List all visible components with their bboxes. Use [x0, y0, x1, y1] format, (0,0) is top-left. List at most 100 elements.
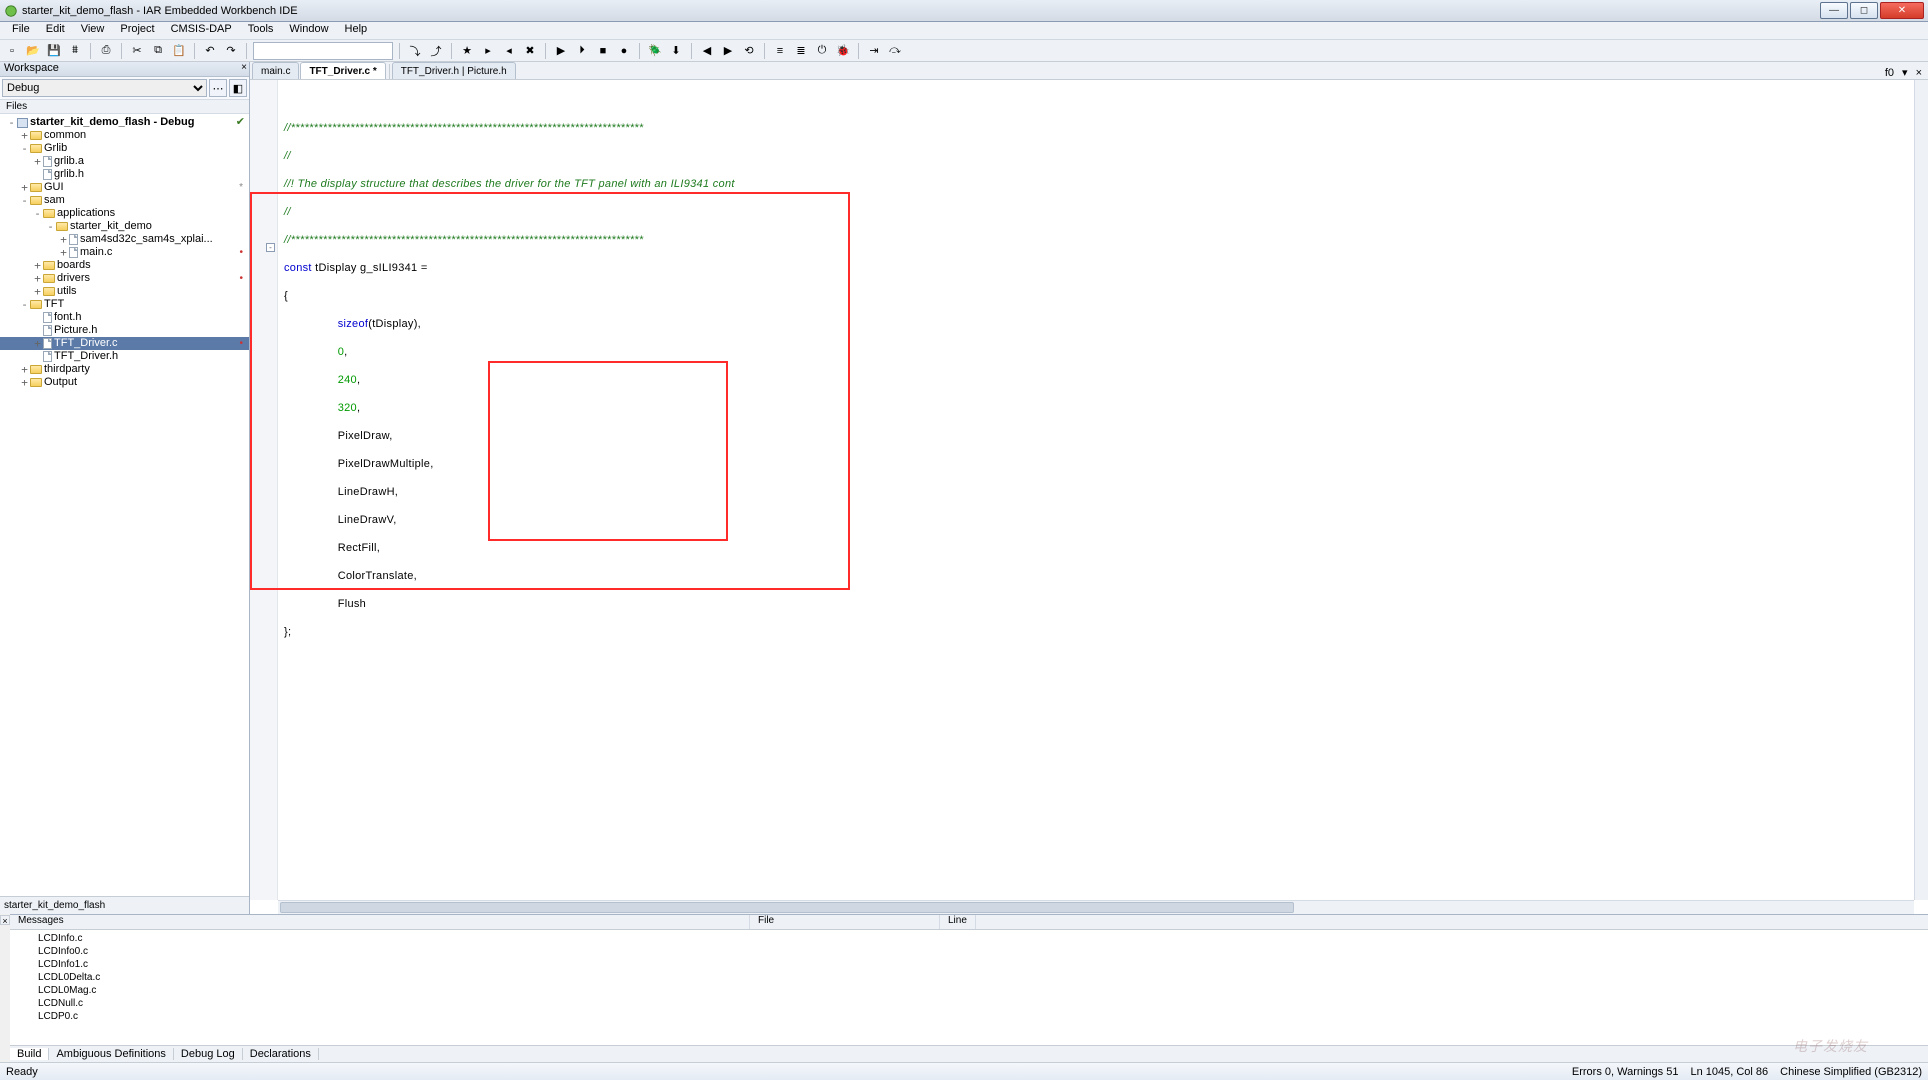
- workspace-bottom-tab[interactable]: starter_kit_demo_flash: [0, 896, 249, 914]
- tree-node[interactable]: +main.c•: [0, 246, 249, 259]
- save-icon[interactable]: 💾: [45, 42, 63, 60]
- save-all-icon[interactable]: ⩩: [66, 42, 84, 60]
- tree-node[interactable]: +common: [0, 129, 249, 142]
- bookmark-prev-icon[interactable]: ◂: [500, 42, 518, 60]
- tree-node[interactable]: +TFT_Driver.c•: [0, 337, 249, 350]
- step-over-icon[interactable]: ⤼: [886, 42, 904, 60]
- menu-tools[interactable]: Tools: [240, 22, 282, 39]
- tree-node[interactable]: +drivers•: [0, 272, 249, 285]
- tree-node[interactable]: +utils: [0, 285, 249, 298]
- tree-node[interactable]: font.h: [0, 311, 249, 324]
- configuration-select[interactable]: Debug: [2, 79, 207, 97]
- nav-back-icon[interactable]: ◀: [698, 42, 716, 60]
- code-editor[interactable]: - //************************************…: [250, 80, 1928, 914]
- tree-node[interactable]: +GUI*: [0, 181, 249, 194]
- output-message-row[interactable]: LCDL0Delta.c: [14, 971, 1924, 984]
- menu-project[interactable]: Project: [112, 22, 162, 39]
- code-line: Flush: [284, 598, 366, 610]
- tree-node[interactable]: +grlib.a: [0, 155, 249, 168]
- trace2-icon[interactable]: ≣: [792, 42, 810, 60]
- output-col-line[interactable]: Line: [940, 915, 976, 929]
- output-tab[interactable]: Declarations: [243, 1048, 319, 1060]
- menu-view[interactable]: View: [73, 22, 113, 39]
- config-popout-button[interactable]: ◧: [229, 79, 247, 97]
- cut-icon[interactable]: ✂: [128, 42, 146, 60]
- toolbar-search-combo[interactable]: [253, 42, 393, 60]
- bookmark-next-icon[interactable]: ▸: [479, 42, 497, 60]
- output-tab[interactable]: Debug Log: [174, 1048, 243, 1060]
- editor-horizontal-scrollbar[interactable]: [278, 900, 1914, 914]
- project-tree[interactable]: -starter_kit_demo_flash - Debug✔+common-…: [0, 114, 249, 896]
- new-file-icon[interactable]: ▫: [3, 42, 21, 60]
- tree-node[interactable]: TFT_Driver.h: [0, 350, 249, 363]
- code-line: tDisplay g_sILI9341 =: [312, 262, 428, 274]
- paste-icon[interactable]: 📋: [170, 42, 188, 60]
- menu-window[interactable]: Window: [281, 22, 336, 39]
- copy-icon[interactable]: ⧉: [149, 42, 167, 60]
- stop-build-icon[interactable]: ■: [594, 42, 612, 60]
- tree-node[interactable]: +thirdparty: [0, 363, 249, 376]
- find-prev-icon[interactable]: ⤴: [427, 42, 445, 60]
- bookmark-clear-icon[interactable]: ✖: [521, 42, 539, 60]
- output-tab[interactable]: Ambiguous Definitions: [49, 1048, 173, 1060]
- editor-tab[interactable]: TFT_Driver.c *: [300, 62, 385, 79]
- editor-tab[interactable]: main.c: [252, 62, 299, 79]
- output-message-row[interactable]: LCDInfo0.c: [14, 945, 1924, 958]
- redo-icon[interactable]: ↷: [222, 42, 240, 60]
- debug-icon[interactable]: 🪲: [646, 42, 664, 60]
- editor-close-button[interactable]: ×: [1913, 67, 1925, 79]
- output-message-row[interactable]: LCDInfo.c: [14, 932, 1924, 945]
- make-icon[interactable]: ⏵: [573, 42, 591, 60]
- tree-node[interactable]: -starter_kit_demo_flash - Debug✔: [0, 116, 249, 129]
- tree-node[interactable]: -starter_kit_demo: [0, 220, 249, 233]
- tree-node[interactable]: -sam: [0, 194, 249, 207]
- function-nav-label[interactable]: f0: [1882, 67, 1897, 79]
- output-message-row[interactable]: LCDL0Mag.c: [14, 984, 1924, 997]
- restart-icon[interactable]: ⟲: [740, 42, 758, 60]
- code-number: 0: [284, 346, 344, 358]
- function-nav-dropdown-icon[interactable]: ▾: [1899, 66, 1911, 79]
- undo-icon[interactable]: ↶: [201, 42, 219, 60]
- trace-icon[interactable]: ≡: [771, 42, 789, 60]
- open-file-icon[interactable]: 📂: [24, 42, 42, 60]
- window-maximize-button[interactable]: ◻: [1850, 2, 1878, 19]
- window-minimize-button[interactable]: —: [1820, 2, 1848, 19]
- compile-icon[interactable]: ▶: [552, 42, 570, 60]
- menu-file[interactable]: File: [4, 22, 38, 39]
- bookmark-toggle-icon[interactable]: ★: [458, 42, 476, 60]
- output-list[interactable]: LCDInfo.cLCDInfo0.cLCDInfo1.cLCDL0Delta.…: [10, 930, 1928, 1045]
- output-close-button[interactable]: ×: [0, 915, 10, 925]
- toggle-bp-icon[interactable]: ●: [615, 42, 633, 60]
- window-close-button[interactable]: ✕: [1880, 2, 1924, 19]
- tree-node[interactable]: -TFT: [0, 298, 249, 311]
- step-into-icon[interactable]: ⇥: [865, 42, 883, 60]
- workspace-panel: Workspace × Debug ⋯ ◧ Files -starter_kit…: [0, 62, 250, 914]
- output-message-row[interactable]: LCDP0.c: [14, 1010, 1924, 1023]
- output-tab[interactable]: Build: [10, 1048, 49, 1060]
- menu-edit[interactable]: Edit: [38, 22, 73, 39]
- menu-cmsis-dap[interactable]: CMSIS-DAP: [163, 22, 240, 39]
- editor-vertical-scrollbar[interactable]: [1914, 80, 1928, 900]
- output-message-row[interactable]: LCDNull.c: [14, 997, 1924, 1010]
- power-icon[interactable]: ⏻: [813, 42, 831, 60]
- tree-node[interactable]: -applications: [0, 207, 249, 220]
- tree-node[interactable]: -Grlib: [0, 142, 249, 155]
- output-col-file[interactable]: File: [750, 915, 940, 929]
- tree-node[interactable]: +sam4sd32c_sam4s_xplai...: [0, 233, 249, 246]
- nav-fwd-icon[interactable]: ▶: [719, 42, 737, 60]
- config-options-button[interactable]: ⋯: [209, 79, 227, 97]
- fold-collapse-icon[interactable]: -: [266, 243, 275, 252]
- output-message-row[interactable]: LCDInfo1.c: [14, 958, 1924, 971]
- menu-help[interactable]: Help: [337, 22, 376, 39]
- tree-node[interactable]: grlib.h: [0, 168, 249, 181]
- bug-icon[interactable]: 🐞: [834, 42, 852, 60]
- tree-node[interactable]: Picture.h: [0, 324, 249, 337]
- tree-node[interactable]: +boards: [0, 259, 249, 272]
- output-col-messages[interactable]: Messages: [10, 915, 750, 929]
- debug-no-dl-icon[interactable]: ⬇: [667, 42, 685, 60]
- editor-tab[interactable]: TFT_Driver.h | Picture.h: [392, 62, 516, 79]
- tree-node[interactable]: +Output: [0, 376, 249, 389]
- print-icon[interactable]: ⎙: [97, 42, 115, 60]
- workspace-close-button[interactable]: ×: [241, 62, 247, 73]
- find-next-icon[interactable]: ⤵: [406, 42, 424, 60]
